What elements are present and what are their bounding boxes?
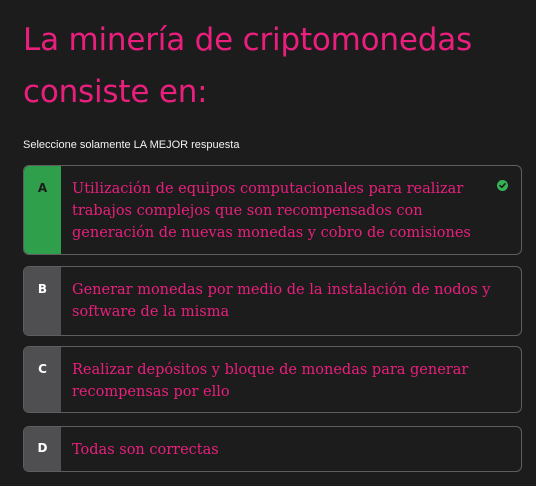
answer-instruction: Seleccione solamente LA MEJOR respuesta xyxy=(23,139,240,151)
option-letter-c: C xyxy=(24,347,61,412)
option-a[interactable]: A Utilización de equipos computacionales… xyxy=(23,165,522,255)
option-letter-a: A xyxy=(24,166,61,254)
check-circle-icon xyxy=(497,180,508,191)
question-title: La minería de criptomonedas consiste en: xyxy=(23,22,472,110)
option-text-b: Generar monedas por medio de la instalac… xyxy=(72,282,491,320)
option-b[interactable]: B Generar monedas por medio de la instal… xyxy=(23,266,522,336)
option-text-d: Todas son correctas xyxy=(72,442,219,458)
option-text-a: Utilización de equipos computacionales p… xyxy=(72,181,471,241)
option-letter-d: D xyxy=(24,427,61,471)
option-d[interactable]: D Todas son correctas xyxy=(23,426,522,472)
option-text-c: Realizar depósitos y bloque de monedas p… xyxy=(72,362,469,400)
option-c[interactable]: C Realizar depósitos y bloque de monedas… xyxy=(23,346,522,413)
option-letter-b: B xyxy=(24,267,61,335)
